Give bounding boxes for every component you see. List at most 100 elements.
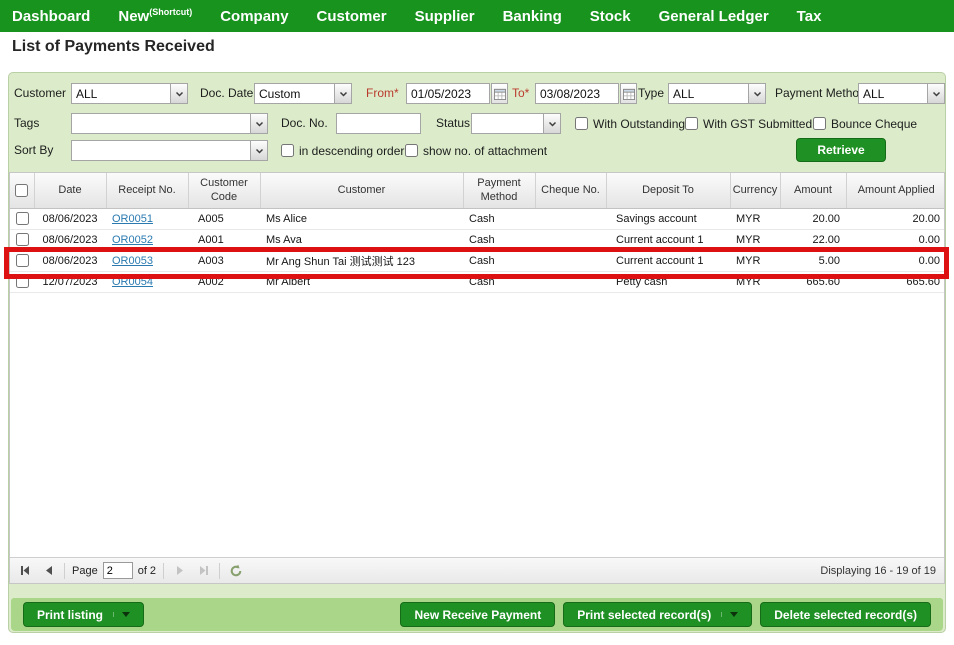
payment-method-select[interactable]: ALL (858, 83, 945, 104)
calendar-icon[interactable] (491, 83, 508, 104)
col-header-amount-applied[interactable]: Amount Applied (846, 173, 945, 208)
tags-filter-label: Tags (14, 113, 39, 134)
col-header-receipt-no[interactable]: Receipt No. (106, 173, 188, 208)
cell-customer: Ms Alice (260, 208, 463, 229)
nav-company[interactable]: Company (220, 8, 288, 25)
nav-new[interactable]: New(Shortcut) (118, 7, 192, 25)
cell-date: 12/07/2023 (34, 271, 106, 292)
show-attachment-checkbox-input[interactable] (405, 144, 418, 157)
nav-stock[interactable]: Stock (590, 8, 631, 25)
customer-select[interactable]: ALL (71, 83, 188, 104)
prev-page-button[interactable] (39, 562, 57, 580)
cell-customer: Mr Albert (260, 271, 463, 292)
col-header-cheque-no[interactable]: Cheque No. (535, 173, 606, 208)
bounce-cheque-label: Bounce Cheque (831, 117, 917, 131)
descending-order-checkbox[interactable]: in descending order (281, 140, 404, 161)
chevron-down-icon (334, 84, 351, 103)
page-label: Page (72, 565, 98, 577)
grid-header-row: Date Receipt No. Customer Code Customer … (10, 173, 945, 208)
cell-deposit-to: Savings account (606, 208, 730, 229)
col-header-payment-method[interactable]: Payment Method (463, 173, 535, 208)
receipt-link[interactable]: OR0054 (112, 276, 153, 288)
cell-cheque-no (535, 250, 606, 271)
delete-selected-button[interactable]: Delete selected record(s) (760, 602, 931, 627)
retrieve-button[interactable]: Retrieve (796, 138, 886, 162)
doc-date-select[interactable]: Custom (254, 83, 352, 104)
nav-dashboard[interactable]: Dashboard (12, 8, 90, 25)
col-header-deposit-to[interactable]: Deposit To (606, 173, 730, 208)
print-listing-button[interactable]: Print listing (23, 602, 144, 627)
bounce-cheque-checkbox-input[interactable] (813, 117, 826, 130)
col-header-date[interactable]: Date (34, 173, 106, 208)
table-row-highlighted: 08/06/2023 OR0053 A003 Mr Ang Shun Tai 测… (10, 250, 945, 271)
cell-date: 08/06/2023 (34, 250, 106, 271)
type-select-value: ALL (669, 87, 748, 101)
status-select[interactable] (471, 113, 561, 134)
nav-banking[interactable]: Banking (503, 8, 562, 25)
tags-select[interactable] (71, 113, 268, 134)
col-header-customer-code[interactable]: Customer Code (188, 173, 260, 208)
bounce-cheque-checkbox[interactable]: Bounce Cheque (813, 113, 917, 134)
receipt-link[interactable]: OR0051 (112, 213, 153, 225)
row-checkbox[interactable] (16, 275, 29, 288)
nav-customer[interactable]: Customer (317, 8, 387, 25)
with-outstanding-checkbox-input[interactable] (575, 117, 588, 130)
from-date-input[interactable] (406, 83, 490, 104)
type-select[interactable]: ALL (668, 83, 766, 104)
status-filter-label: Status (436, 113, 470, 134)
cell-amount-applied: 20.00 (846, 208, 945, 229)
table-row: 12/07/2023 OR0054 A002 Mr Albert Cash Pe… (10, 271, 945, 292)
row-checkbox[interactable] (16, 233, 29, 246)
pagination-bar: Page of 2 Displaying 16 - 19 of 19 (10, 557, 944, 583)
nav-tax[interactable]: Tax (797, 8, 822, 25)
print-selected-button[interactable]: Print selected record(s) (563, 602, 752, 627)
row-checkbox[interactable] (16, 212, 29, 225)
col-header-customer[interactable]: Customer (260, 173, 463, 208)
new-receive-payment-button[interactable]: New Receive Payment (400, 602, 555, 627)
show-attachment-checkbox[interactable]: show no. of attachment (405, 140, 547, 161)
nav-general-ledger[interactable]: General Ledger (659, 8, 769, 25)
receipt-link[interactable]: OR0052 (112, 234, 153, 246)
table-row: 08/06/2023 OR0051 A005 Ms Alice Cash Sav… (10, 208, 945, 229)
calendar-icon[interactable] (620, 83, 637, 104)
nav-new-label: New (118, 8, 149, 25)
customer-filter-label: Customer (14, 83, 66, 104)
cell-cheque-no (535, 271, 606, 292)
dropdown-arrow-icon (113, 612, 130, 617)
cell-currency: MYR (730, 208, 780, 229)
receipt-link[interactable]: OR0053 (112, 255, 153, 267)
cell-payment-method: Cash (463, 250, 535, 271)
app-window: Dashboard New(Shortcut) Company Customer… (0, 0, 954, 645)
descending-order-checkbox-input[interactable] (281, 144, 294, 157)
select-all-checkbox[interactable] (15, 184, 28, 197)
chevron-down-icon (748, 84, 765, 103)
chevron-down-icon (250, 114, 267, 133)
with-outstanding-checkbox[interactable]: With Outstanding (575, 113, 685, 134)
with-outstanding-label: With Outstanding (593, 117, 685, 131)
bottom-toolbar: Print listing New Receive Payment Print … (11, 598, 943, 631)
first-page-button[interactable] (16, 562, 34, 580)
doc-no-input[interactable] (336, 113, 421, 134)
col-header-amount[interactable]: Amount (780, 173, 846, 208)
cell-customer: Ms Ava (260, 229, 463, 250)
row-checkbox[interactable] (16, 254, 29, 267)
cell-date: 08/06/2023 (34, 229, 106, 250)
to-date-input[interactable] (535, 83, 619, 104)
last-page-button[interactable] (194, 562, 212, 580)
refresh-button[interactable] (227, 562, 245, 580)
chevron-down-icon (543, 114, 560, 133)
page-number-input[interactable] (103, 562, 133, 579)
cell-deposit-to: Current account 1 (606, 250, 730, 271)
cell-customer-code: A002 (188, 271, 260, 292)
nav-supplier[interactable]: Supplier (415, 8, 475, 25)
with-gst-submitted-checkbox[interactable]: With GST Submitted (685, 113, 812, 134)
main-panel: Customer ALL Doc. Date Custom From* To* … (8, 72, 946, 633)
cell-payment-method: Cash (463, 271, 535, 292)
col-header-currency[interactable]: Currency (730, 173, 780, 208)
select-all-header[interactable] (10, 173, 34, 208)
next-page-button[interactable] (171, 562, 189, 580)
cell-currency: MYR (730, 250, 780, 271)
doc-no-filter-label: Doc. No. (281, 113, 328, 134)
with-gst-submitted-checkbox-input[interactable] (685, 117, 698, 130)
sort-by-select[interactable] (71, 140, 268, 161)
